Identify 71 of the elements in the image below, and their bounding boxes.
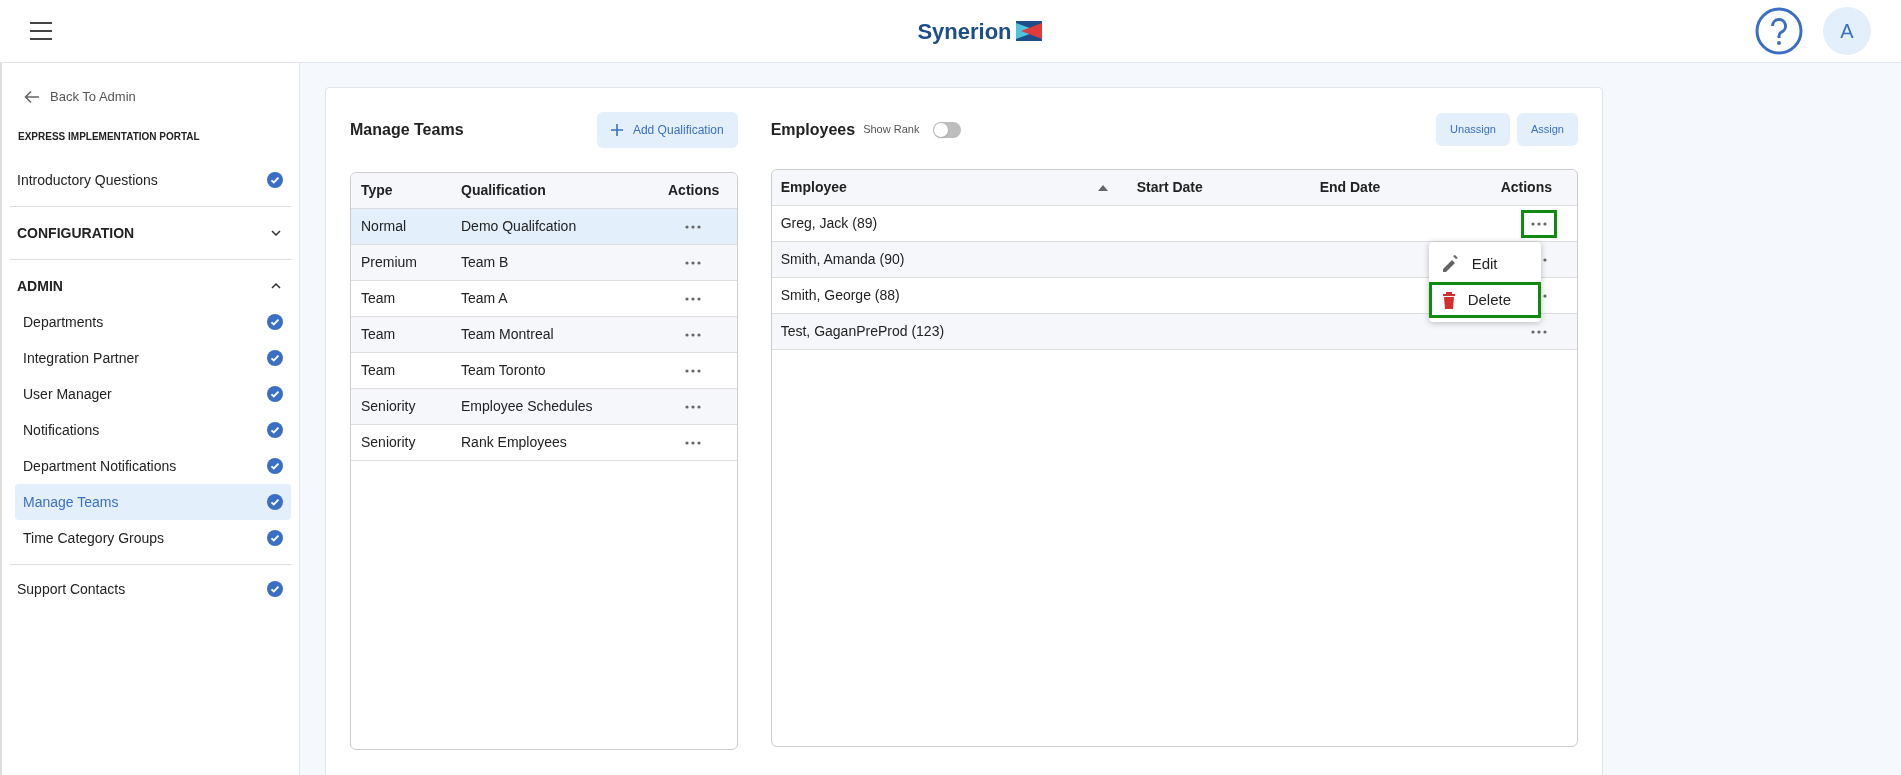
action-button[interactable]: Assign [1516,113,1578,146]
sort-up-icon[interactable] [1097,184,1108,191]
table-row[interactable]: Seniority Employee Schedules [351,389,737,425]
more-icon [685,332,701,337]
column-header[interactable]: Employee [771,177,1098,198]
menu-item[interactable]: Delete [1428,282,1541,318]
panel-title: Employees [770,119,856,140]
actions-button[interactable] [1521,209,1557,238]
table-cell: Team [361,362,396,378]
menu-icon[interactable] [30,22,54,40]
sidebar-item[interactable]: Departments [15,304,291,340]
pencil-icon [1441,255,1460,273]
more-icon [685,368,701,373]
more-icon [685,296,701,301]
sidebar-item[interactable]: Manage Teams [15,484,291,520]
back-link[interactable]: Back To Admin [24,85,291,109]
toggle-switch[interactable] [933,121,962,138]
table-cell: Employee Schedules [461,398,593,414]
table-cell: Team [361,326,396,342]
table-cell-text: Smith, Amanda (90) [780,250,905,269]
sidebar-item[interactable]: User Manager [15,376,291,412]
more-icon [685,224,701,229]
column-header: Start Date [1136,178,1204,197]
table-cell: Normal [361,218,407,234]
more-icon [1531,329,1547,334]
column-header: Actions [1500,178,1552,197]
table-cell: Demo Qualifcation [461,218,577,234]
arrow-left-icon [24,90,40,104]
table-cell: Rank Employees [461,434,567,450]
help-icon[interactable] [1755,7,1803,55]
more-icon [1531,221,1547,226]
sidebar-item[interactable]: Introductory Questions [10,164,291,196]
table-cell-text: Smith, George (88) [780,286,900,305]
table-row[interactable]: Team Team Montreal [351,317,737,353]
table-cell: Seniority [361,398,416,414]
menu-item[interactable]: Edit [1428,246,1541,282]
section-header[interactable]: ADMIN [10,268,291,304]
column-header: Actions [668,181,720,200]
table-cell: Team Montreal [461,326,554,342]
more-icon [685,404,701,409]
column-header: Type [360,181,394,200]
trash-icon [1441,291,1456,309]
action-button[interactable]: Unassign [1436,113,1510,146]
table-cell-text: Greg, Jack (89) [780,214,878,233]
sidebar-item[interactable]: Integration Partner [15,340,291,376]
column-header: Qualification [461,181,547,200]
table-cell: Team B [461,254,509,270]
table-cell-text: Test, GaganPreProd (123) [780,322,945,341]
column-header: End Date [1319,178,1382,197]
sidebar-item[interactable]: Department Notifications [15,448,291,484]
logo-text: Synerion [917,17,1012,46]
table-cell: Team A [461,290,508,306]
table-cell: Team [361,290,396,306]
toggle-label: Show Rank [863,122,920,138]
sidebar-item[interactable]: Time Category Groups [15,520,291,556]
table-row[interactable]: Premium Team B [351,245,737,281]
section-header[interactable]: CONFIGURATION [10,215,291,251]
table-cell: Premium [361,254,417,270]
table-cell: Team Toronto [461,362,546,378]
panel-title: Manage Teams [350,119,464,140]
user-avatar[interactable]: A [1823,7,1871,55]
portal-title: EXPRESS IMPLEMENTATION PORTAL [18,130,201,144]
sidebar-item[interactable]: Support Contacts [10,573,291,605]
flag-logo-icon [1015,21,1042,41]
more-icon [685,260,701,265]
table-cell: Seniority [361,434,416,450]
add-qualification-button[interactable]: Add Qualification [596,111,738,148]
table-row[interactable]: Normal Demo Qualifcation [351,209,737,245]
more-icon [685,440,701,445]
plus-icon [610,123,623,136]
sidebar-item[interactable]: Notifications [15,412,291,448]
